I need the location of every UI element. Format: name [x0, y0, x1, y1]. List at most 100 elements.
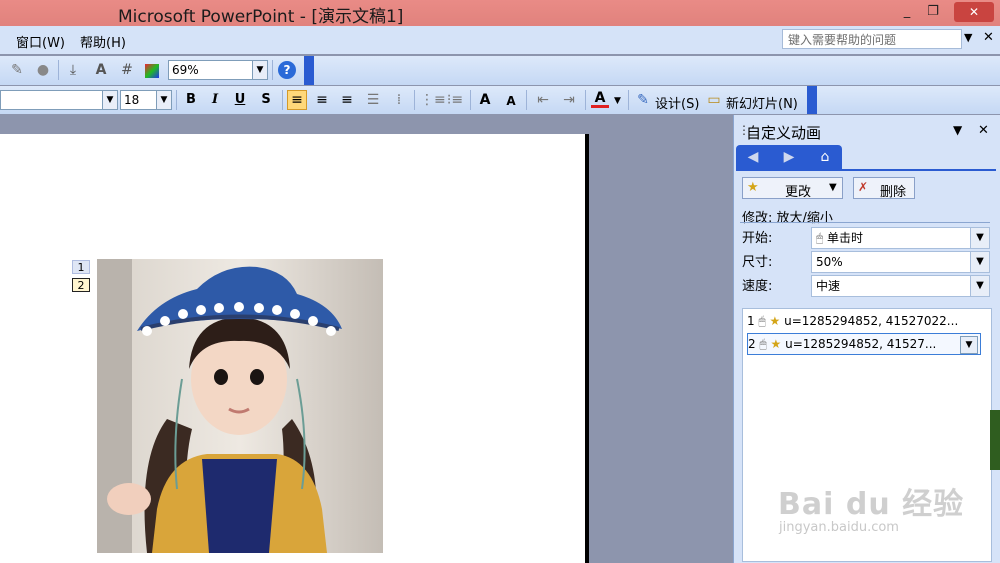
toolbar-options-icon[interactable]	[807, 86, 817, 114]
star-icon: ★	[769, 314, 781, 328]
size-value: 50%	[816, 255, 843, 269]
forward-icon[interactable]: ▶	[780, 148, 798, 166]
pane-nav-bar: ◀ ▶ ⌂	[736, 145, 842, 169]
mouse-icon: 🖱	[816, 231, 824, 245]
animation-index: 2	[748, 337, 756, 351]
font-size-combo[interactable]: 18 ▼	[120, 90, 172, 110]
standard-toolbar: ✎ ● ⤓ A # 69% ▼ ?	[0, 56, 1000, 85]
font-color-dropdown-icon[interactable]: ▼	[614, 96, 621, 106]
mouse-icon: 🖱	[758, 314, 766, 328]
window-title: Microsoft PowerPoint - [演示文稿1]	[118, 7, 404, 27]
menu-help[interactable]: 帮助(H)	[80, 32, 126, 51]
animation-list[interactable]: 1 🖱 ★ u=1285294852, 41527022... 2 🖱 ★ u=…	[742, 308, 992, 562]
start-value: 单击时	[827, 231, 864, 245]
menu-window[interactable]: 窗口(W)	[16, 32, 65, 51]
align-right-icon[interactable]: ≡	[338, 91, 356, 109]
color-icon[interactable]: ●	[34, 61, 52, 79]
bold-button[interactable]: B	[182, 91, 200, 109]
animation-tag-1[interactable]: 1	[72, 260, 90, 274]
animation-text: u=1285294852, 41527022...	[784, 314, 959, 328]
increase-indent-icon[interactable]: ⇥	[560, 91, 578, 109]
font-color-icon[interactable]: A	[591, 89, 609, 108]
close-button[interactable]: ✕	[954, 2, 994, 22]
animation-item-1[interactable]: 1 🖱 ★ u=1285294852, 41527022...	[747, 311, 987, 331]
close-document-icon[interactable]: ✕	[983, 30, 994, 45]
font-combo[interactable]: ▼	[0, 90, 118, 110]
speed-label: 速度:	[742, 279, 773, 294]
align-left-icon[interactable]: ≡	[287, 90, 307, 110]
increase-font-icon[interactable]: A	[476, 91, 494, 109]
help-dropdown-icon[interactable]: ▼	[964, 31, 972, 44]
minimize-button[interactable]: _	[896, 3, 918, 21]
pane-close-icon[interactable]: ✕	[978, 123, 989, 138]
watermark-url: jingyan.baidu.com	[779, 520, 899, 535]
zoom-value: 69%	[172, 63, 199, 77]
toolbar-separator	[414, 90, 415, 110]
home-icon[interactable]: ⌂	[816, 148, 834, 166]
scroll-handle[interactable]	[990, 410, 1000, 470]
size-label: 尺寸:	[742, 255, 773, 270]
restore-button[interactable]: ❐	[922, 3, 944, 21]
decrease-indent-icon[interactable]: ⇤	[534, 91, 552, 109]
zoom-combo[interactable]: 69% ▼	[168, 60, 268, 80]
animation-tag-2[interactable]: 2	[72, 278, 90, 292]
color-grayscale-icon[interactable]	[145, 64, 159, 78]
align-center-icon[interactable]: ≡	[313, 91, 331, 109]
slide-canvas[interactable]: 1 2	[0, 134, 589, 563]
speed-dropdown-icon[interactable]: ▼	[970, 276, 989, 296]
grid-icon[interactable]: #	[118, 61, 136, 79]
toolbar-options-icon[interactable]	[304, 56, 314, 85]
modify-label: 修改: 放大/缩小	[742, 211, 833, 226]
design-icon: ✎	[637, 92, 649, 108]
animation-item-2[interactable]: 2 🖱 ★ u=1285294852, 41527... ▼	[747, 333, 981, 355]
star-icon: ★	[770, 337, 782, 351]
toolbar-separator	[272, 60, 273, 80]
size-dropdown[interactable]: 50% ▼	[811, 251, 990, 273]
title-bar: Microsoft PowerPoint - [演示文稿1] _ ❐ ✕	[0, 0, 1000, 27]
edit-icon[interactable]: ✎	[8, 61, 26, 79]
decrease-font-icon[interactable]: A	[502, 92, 520, 110]
new-slide-button[interactable]: 新幻灯片(N)	[726, 93, 798, 112]
new-slide-icon: ▭	[707, 92, 721, 108]
justify-icon[interactable]: ☰	[364, 91, 382, 109]
formatting-toolbar: ▼ 18 ▼ B I U S ≡ ≡ ≡ ☰ ⁞ ⋮≡ ⁝≡ A A ⇤ ⇥ A…	[0, 86, 1000, 114]
animation-item-dropdown-icon[interactable]: ▼	[960, 336, 978, 354]
speed-dropdown[interactable]: 中速 ▼	[811, 275, 990, 297]
toolbar-separator	[470, 90, 471, 110]
design-button[interactable]: 设计(S)	[655, 93, 699, 112]
star-icon: ★	[747, 180, 759, 195]
pane-nav-divider	[736, 169, 996, 171]
italic-button[interactable]: I	[206, 91, 224, 109]
formatting-icon[interactable]: A	[92, 61, 110, 79]
bullets-icon[interactable]: ⁝≡	[446, 91, 464, 109]
shadow-button[interactable]: S	[257, 91, 275, 109]
modify-divider	[740, 222, 990, 223]
toolbar-separator	[58, 60, 59, 80]
toolbar-separator	[282, 90, 283, 110]
expand-icon[interactable]: ⤓	[64, 61, 82, 79]
change-button[interactable]: ★ 更改 ▼	[742, 177, 843, 200]
start-dropdown[interactable]: 🖱 单击时 ▼	[811, 227, 990, 249]
zoom-dropdown-icon[interactable]: ▼	[252, 61, 267, 79]
pane-menu-icon[interactable]: ▼	[953, 123, 962, 137]
start-dropdown-icon[interactable]: ▼	[970, 228, 989, 248]
font-size-dropdown-icon[interactable]: ▼	[156, 91, 171, 109]
watermark-brand: Bai du 经验	[778, 487, 965, 522]
animation-index: 1	[747, 314, 755, 328]
font-dropdown-icon[interactable]: ▼	[102, 91, 117, 109]
help-search-input[interactable]: 键入需要帮助的问题	[782, 29, 962, 49]
back-icon[interactable]: ◀	[744, 148, 762, 166]
help-icon[interactable]: ?	[278, 61, 296, 79]
delete-label: 删除	[880, 185, 907, 200]
toolbar-separator	[526, 90, 527, 110]
underline-button[interactable]: U	[231, 91, 249, 109]
toolbar-separator	[176, 90, 177, 110]
columns-icon[interactable]: ⁞	[390, 91, 408, 109]
numbering-icon[interactable]: ⋮≡	[420, 91, 446, 109]
delete-button[interactable]: ✗ 删除	[853, 177, 915, 200]
font-size-value: 18	[124, 93, 140, 107]
photo-image[interactable]	[97, 259, 383, 553]
size-dropdown-icon[interactable]: ▼	[970, 252, 989, 272]
animation-text: u=1285294852, 41527...	[785, 337, 937, 351]
change-dropdown-icon: ▼	[829, 182, 837, 193]
